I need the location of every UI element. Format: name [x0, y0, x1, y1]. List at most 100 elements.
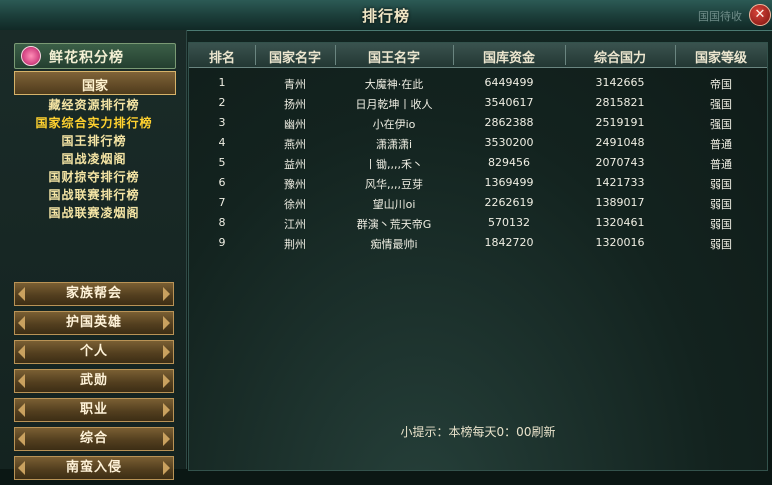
sidebar-sub-item[interactable]: 藏经资源排行榜 — [14, 96, 174, 114]
table-cell: 江州 — [284, 218, 306, 231]
table-cell: 普通 — [710, 138, 732, 151]
table-cell: 强国 — [710, 118, 732, 131]
flower-ranking-label: 鲜花积分榜 — [49, 50, 124, 66]
category-buttons: 家族帮会护国英雄个人武勋职业综合南蛮入侵 — [14, 282, 174, 485]
title-right-text: 国国待收 — [698, 10, 742, 23]
column-separator — [453, 45, 454, 65]
table-cell: 2862388 — [484, 116, 534, 129]
table-cell: 荆州 — [284, 238, 306, 251]
column-separator — [335, 45, 336, 65]
table-row[interactable]: 7 徐州 望山川oi 2262619 1389017 弱国 — [189, 193, 767, 213]
table-cell: 7 — [218, 196, 226, 209]
sidebar-sub-item[interactable]: 国战联赛排行榜 — [14, 186, 174, 204]
table-cell: 1320016 — [595, 236, 645, 249]
column-header[interactable]: 综合国力 — [565, 47, 675, 66]
column-header[interactable]: 国库资金 — [453, 47, 565, 66]
column-header[interactable]: 排名 — [189, 47, 255, 66]
table-cell: 829456 — [488, 156, 530, 169]
table-cell: 强国 — [710, 98, 732, 111]
table-row[interactable]: 4 燕州 潇潇潇i 3530200 2491048 普通 — [189, 133, 767, 153]
refresh-tip: 小提示：本榜每天0：00刷新 — [400, 425, 556, 439]
table-row[interactable]: 5 益州 丨锄,,,,禾丶 829456 2070743 普通 — [189, 153, 767, 173]
sidebar-sub-item[interactable]: 国王排行榜 — [14, 132, 174, 150]
table-cell: 徐州 — [284, 198, 306, 211]
sidebar-sub-item[interactable]: 国战联赛凌烟阁 — [14, 204, 174, 222]
table-cell: 幽州 — [284, 118, 306, 131]
table-cell: 燕州 — [284, 138, 306, 151]
table-cell: 570132 — [488, 216, 530, 229]
table-cell: 2815821 — [595, 96, 645, 109]
country-sub-list: 藏经资源排行榜 国家综合实力排行榜 国王排行榜 国战凌烟阁 国财掠夺排行榜 国战联赛排行榜… — [14, 96, 174, 222]
table-cell: 3142665 — [595, 76, 645, 89]
table-cell: 痴情最帅i — [370, 238, 418, 251]
table-cell: 9 — [218, 236, 226, 249]
table-cell: 4 — [218, 136, 226, 149]
table-cell: 3 — [218, 116, 226, 129]
table-cell: 小在伊io — [372, 118, 416, 131]
column-separator — [255, 45, 256, 65]
table-cell: 2519191 — [595, 116, 645, 129]
table-row[interactable]: 9 荆州 痴情最帅i 1842720 1320016 弱国 — [189, 233, 767, 253]
table-cell: 2262619 — [484, 196, 534, 209]
table-cell: 日月乾坤丨收人 — [355, 98, 433, 111]
table-body: 1 青州 大魔神·在此 6449499 3142665 帝国 2 扬州 日月乾坤丨收人 35406… — [189, 73, 767, 253]
table-cell: 2070743 — [595, 156, 645, 169]
table-row[interactable]: 2 扬州 日月乾坤丨收人 3540617 2815821 强国 — [189, 93, 767, 113]
close-button[interactable]: ✕ — [749, 4, 771, 26]
country-category-tab[interactable]: 国家 — [14, 71, 176, 95]
table-row[interactable]: 1 青州 大魔神·在此 6449499 3142665 帝国 — [189, 73, 767, 93]
category-button[interactable]: 家族帮会 — [14, 282, 174, 306]
sidebar-sub-item[interactable]: 国战凌烟阁 — [14, 150, 174, 168]
column-header[interactable]: 国家名字 — [255, 47, 335, 66]
table-cell: 望山川oi — [372, 198, 416, 211]
table-row[interactable]: 8 江州 群演丶荒天帝G 570132 1320461 弱国 — [189, 213, 767, 233]
table-cell: 6449499 — [484, 76, 534, 89]
table-cell: 益州 — [284, 158, 306, 171]
sidebar-sub-item[interactable]: 国家综合实力排行榜 — [14, 114, 174, 132]
table-cell: 6 — [218, 176, 226, 189]
category-button[interactable]: 职业 — [14, 398, 174, 422]
flower-ranking-tab[interactable]: 鲜花积分榜 — [14, 43, 176, 69]
table-row[interactable]: 3 幽州 小在伊io 2862388 2519191 强国 — [189, 113, 767, 133]
table-cell: 2 — [218, 96, 226, 109]
table-cell: 2491048 — [595, 136, 645, 149]
table-cell: 5 — [218, 156, 226, 169]
table-cell: 群演丶荒天帝G — [356, 218, 432, 231]
country-category-label: 国家 — [81, 79, 108, 94]
table-cell: 弱国 — [710, 198, 732, 211]
table-row[interactable]: 6 豫州 风华,,,,豆芽 1369499 1421733 弱国 — [189, 173, 767, 193]
table-cell: 青州 — [284, 78, 306, 91]
column-separator — [675, 45, 676, 65]
table-cell: 丨锄,,,,禾丶 — [365, 158, 423, 171]
table-cell: 1842720 — [484, 236, 534, 249]
flower-icon — [21, 46, 41, 66]
table-cell: 扬州 — [284, 98, 306, 111]
column-header[interactable]: 国王名字 — [335, 47, 453, 66]
category-button[interactable]: 护国英雄 — [14, 311, 174, 335]
table-cell: 大魔神·在此 — [364, 78, 424, 91]
title-bar: 排行榜 国国待收 ✕ — [0, 0, 772, 31]
sidebar: 鲜花积分榜 国家 藏经资源排行榜 国家综合实力排行榜 国王排行榜 国战凌烟阁 国财掠夺排… — [0, 30, 187, 480]
table-cell: 1421733 — [595, 176, 645, 189]
table-cell: 3530200 — [484, 136, 534, 149]
category-button[interactable]: 南蛮入侵 — [14, 456, 174, 480]
table-cell: 风华,,,,豆芽 — [365, 178, 423, 191]
table-cell: 潇潇潇i — [375, 138, 413, 151]
column-header[interactable]: 国家等级 — [675, 47, 767, 66]
table-cell: 弱国 — [710, 178, 732, 191]
table-cell: 1 — [218, 76, 226, 89]
table-cell: 1369499 — [484, 176, 534, 189]
table-cell: 1320461 — [595, 216, 645, 229]
table-cell: 豫州 — [284, 178, 306, 191]
column-separator — [565, 45, 566, 65]
ranking-window: 排行榜 国国待收 ✕ 鲜花积分榜 国家 藏经资源排行榜 国家综合实力排行榜 国王排行… — [0, 0, 772, 480]
ranking-table: 排名 国家名字 国王名字 国库资金 综合国力 国家等级 1 青州 大魔神·在此 6449499 3… — [188, 42, 768, 471]
table-cell: 8 — [218, 216, 226, 229]
category-button[interactable]: 综合 — [14, 427, 174, 451]
category-button[interactable]: 个人 — [14, 340, 174, 364]
table-cell: 普通 — [710, 158, 732, 171]
table-header: 排名 国家名字 国王名字 国库资金 综合国力 国家等级 — [189, 43, 767, 68]
category-button[interactable]: 武勋 — [14, 369, 174, 393]
window-title: 排行榜 — [361, 7, 410, 25]
sidebar-sub-item[interactable]: 国财掠夺排行榜 — [14, 168, 174, 186]
